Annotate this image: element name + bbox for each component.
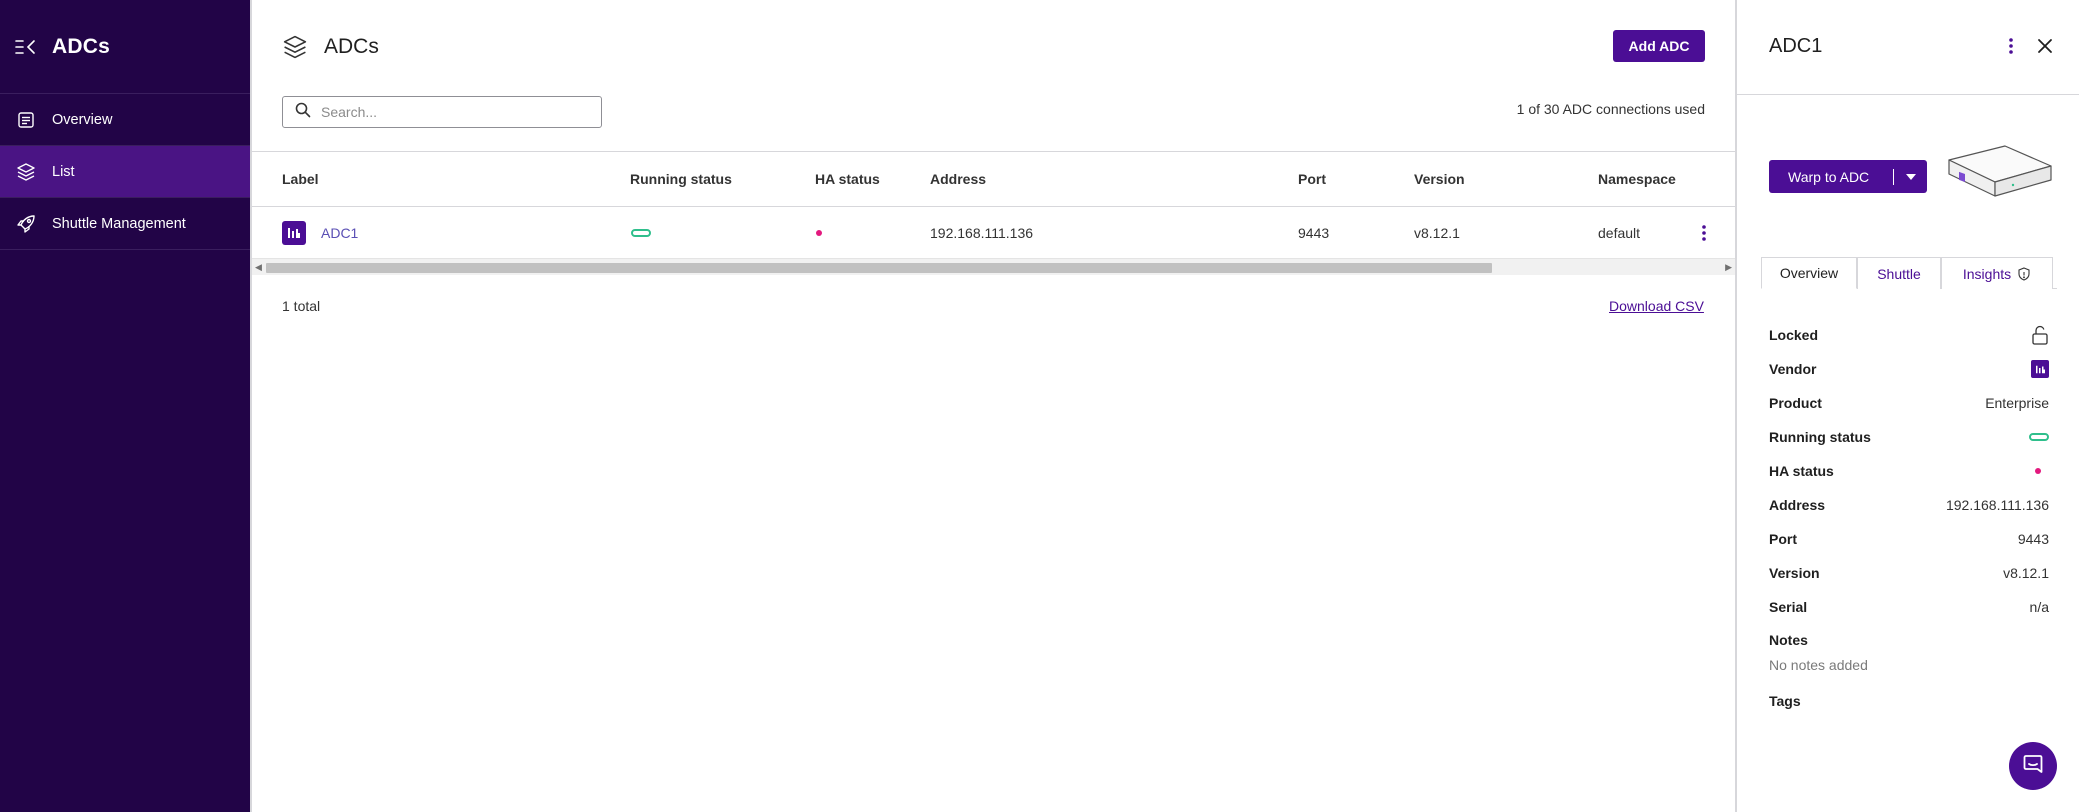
collapse-sidebar-icon[interactable] (14, 35, 38, 59)
property-vendor: Vendor (1769, 352, 2049, 386)
column-header-address[interactable]: Address (930, 152, 986, 206)
panel-title: ADC1 (1769, 35, 1823, 57)
close-icon[interactable] (2033, 34, 2057, 58)
sidebar-item-list[interactable]: List (0, 146, 250, 198)
property-port: Port 9443 (1769, 531, 2049, 547)
vendor-logo-icon (2031, 360, 2049, 378)
add-adc-button[interactable]: Add ADC (1613, 30, 1705, 62)
tags-label: Tags (1769, 693, 1801, 709)
column-header-ha-status[interactable]: HA status (815, 152, 880, 206)
panel-menu-icon[interactable] (1999, 34, 2023, 58)
property-locked: Locked (1769, 318, 2049, 352)
column-header-version[interactable]: Version (1414, 152, 1465, 206)
search-box (282, 96, 602, 128)
scroll-left-icon[interactable]: ◀ (255, 262, 262, 273)
address-cell: 192.168.111.136 (930, 224, 1034, 241)
table-row[interactable]: ADC1 192.168.111.136 9443 v8.12.1 defaul… (252, 207, 1735, 258)
sidebar-item-label: Overview (52, 111, 113, 128)
column-header-label[interactable]: Label (282, 152, 319, 206)
total-count: 1 total (282, 298, 321, 314)
search-input[interactable] (321, 104, 591, 120)
sidebar: ADCs Overview List Shuttle Management (0, 0, 250, 812)
search-icon (295, 102, 311, 123)
unlock-icon[interactable] (2031, 325, 2049, 345)
property-product: Product Enterprise (1769, 395, 2049, 411)
adc-device-image (1943, 138, 2055, 210)
panel-header: ADC1 (1737, 0, 2079, 95)
property-running-status: Running status (1769, 420, 2049, 454)
layers-icon (16, 162, 36, 182)
column-header-running-status[interactable]: Running status (630, 152, 732, 206)
info-shield-icon (2017, 266, 2031, 281)
sidebar-header: ADCs (0, 0, 250, 94)
warp-to-adc-button[interactable]: Warp to ADC (1769, 160, 1927, 193)
running-status-indicator (631, 228, 651, 237)
port-cell: 9443 (1298, 224, 1330, 241)
column-header-namespace[interactable]: Namespace (1598, 152, 1676, 206)
column-header-port[interactable]: Port (1298, 152, 1326, 206)
table-header: Label Running status HA status Address P… (252, 151, 1735, 207)
scrollbar-thumb[interactable] (266, 263, 1492, 273)
row-menu-icon[interactable] (1692, 221, 1716, 245)
sidebar-item-label: Shuttle Management (52, 215, 186, 232)
sidebar-title: ADCs (52, 34, 110, 58)
sidebar-item-overview[interactable]: Overview (0, 94, 250, 146)
layers-icon (282, 34, 308, 60)
running-status-indicator (2029, 433, 2049, 441)
property-ha-status: HA status (1769, 454, 2049, 488)
sidebar-item-label: List (52, 163, 75, 180)
version-cell: v8.12.1 (1414, 224, 1460, 241)
sidebar-item-shuttle-management[interactable]: Shuttle Management (0, 198, 250, 250)
chat-support-button[interactable] (2009, 742, 2057, 790)
property-address: Address 192.168.111.136 (1769, 497, 2049, 513)
notes-value: No notes added (1769, 657, 1868, 673)
overview-icon (16, 110, 36, 130)
page-title: ADCs (324, 35, 379, 58)
chevron-down-icon[interactable] (1894, 173, 1927, 180)
vendor-logo-icon (282, 220, 306, 245)
ha-status-indicator (816, 229, 822, 236)
adc-table: Label Running status HA status Address P… (252, 151, 1735, 258)
tab-overview[interactable]: Overview (1761, 257, 1857, 289)
page-header: ADCs Add ADC (252, 0, 1735, 94)
tab-shuttle[interactable]: Shuttle (1857, 257, 1941, 289)
horizontal-scrollbar[interactable]: ◀ ▶ (252, 258, 1735, 275)
property-version: Version v8.12.1 (1769, 565, 2049, 581)
detail-panel: ADC1 Warp to ADC Overview Shuttle Insigh… (1735, 0, 2079, 812)
property-serial: Serial n/a (1769, 599, 2049, 615)
namespace-cell: default (1598, 224, 1641, 241)
rocket-icon (16, 214, 36, 234)
panel-tabs: Overview Shuttle Insights (1761, 257, 2057, 289)
tab-insights[interactable]: Insights (1941, 257, 2053, 289)
scroll-right-icon[interactable]: ▶ (1725, 262, 1732, 273)
main-content: ADCs Add ADC 1 of 30 ADC connections use… (250, 0, 1735, 812)
warp-button-label: Warp to ADC (1788, 168, 1870, 185)
notes-label: Notes (1769, 632, 1808, 648)
ha-status-indicator (2035, 468, 2041, 474)
property-list: Locked Vendor Product Enterprise Running… (1769, 318, 2049, 624)
tab-insights-label: Insights (1962, 265, 2012, 282)
download-csv-link[interactable]: Download CSV (1609, 298, 1704, 314)
chat-icon (2022, 753, 2044, 780)
connections-used: 1 of 30 ADC connections used (1516, 101, 1705, 117)
adc-label-link[interactable]: ADC1 (321, 225, 358, 241)
